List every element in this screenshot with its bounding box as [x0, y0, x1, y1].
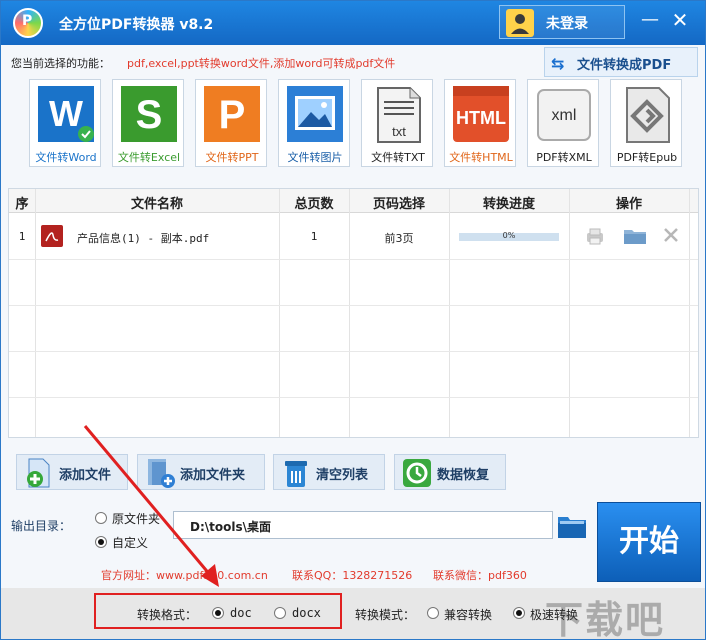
website-link[interactable]: 官方网址：www.pdf360.com.cn	[101, 567, 268, 583]
close-button[interactable]: ✕	[669, 9, 691, 31]
header-file-name: 文件名称	[130, 197, 183, 212]
excel-icon: S	[121, 86, 177, 142]
tool-txt-label: 文件转TXT	[371, 151, 425, 164]
mode-label: 转换模式：	[355, 608, 416, 622]
tool-word-label: 文件转Word	[35, 151, 97, 164]
to-pdf-button[interactable]: ⇆ 文件转换成PDF	[544, 47, 698, 77]
header-actions: 操作	[615, 197, 642, 212]
header-page-count: 总页数	[294, 197, 334, 212]
tool-image[interactable]: 文件转图片	[278, 79, 350, 167]
tool-ppt-label: 文件转PPT	[205, 151, 259, 164]
add-file-icon	[27, 458, 50, 488]
print-icon[interactable]	[585, 227, 605, 245]
source-folder-label: 原文件夹	[112, 512, 161, 526]
wechat-contact: 联系微信：pdf360	[433, 569, 527, 582]
tool-xml[interactable]: xml PDF转XML	[527, 79, 599, 167]
svg-text:HTML: HTML	[456, 108, 506, 128]
trash-icon	[285, 461, 307, 487]
row-index: 1	[18, 230, 26, 243]
svg-text:P: P	[219, 93, 246, 137]
word-icon: W	[38, 86, 94, 142]
to-pdf-label: 文件转换成PDF	[577, 58, 672, 73]
function-label: 您当前选择的功能：	[11, 57, 110, 70]
row-page-select[interactable]: 前3页	[351, 230, 447, 246]
user-icon	[506, 9, 534, 37]
window-title: 全方位PDF转换器 v8.2	[59, 17, 214, 33]
txt-icon: txt	[377, 87, 421, 143]
xml-icon: xml	[537, 89, 591, 141]
file-table: 序 文件名称 总页数 页码选择 转换进度 操作 1 产品信息(1) - 副本.p…	[8, 188, 699, 438]
header-progress: 转换进度	[482, 197, 535, 212]
restore-icon	[403, 459, 431, 487]
data-restore-button[interactable]: 数据恢复	[394, 454, 506, 490]
svg-text:S: S	[136, 93, 163, 137]
add-folder-icon	[148, 459, 175, 488]
tool-txt[interactable]: txt 文件转TXT	[361, 79, 433, 167]
output-path-value: D:\tools\桌面	[190, 520, 272, 534]
tool-epub[interactable]: PDF转Epub	[610, 79, 682, 167]
clear-list-button[interactable]: 清空列表	[273, 454, 385, 490]
source-folder-radio[interactable]	[95, 512, 107, 524]
custom-folder-radio[interactable]	[95, 536, 107, 548]
minimize-button[interactable]: —	[639, 9, 661, 31]
svg-text:W: W	[49, 93, 83, 134]
add-file-label: 添加文件	[59, 468, 112, 483]
tool-excel-label: 文件转Excel	[117, 151, 181, 164]
html-icon: HTML	[453, 86, 509, 142]
epub-icon	[626, 87, 670, 143]
mode-compatible-radio[interactable]	[427, 607, 439, 619]
open-folder-icon[interactable]	[623, 227, 647, 245]
login-label: 未登录	[546, 16, 588, 32]
add-folder-button[interactable]: 添加文件夹	[137, 454, 265, 490]
swap-arrows-icon: ⇆	[551, 54, 565, 73]
output-path-field[interactable]: D:\tools\桌面	[173, 511, 553, 539]
mode-fast-radio[interactable]	[513, 607, 525, 619]
format-highlight-box	[94, 593, 342, 629]
mode-compatible-label: 兼容转换	[444, 608, 493, 622]
login-button[interactable]: 未登录	[499, 5, 625, 39]
custom-folder-label: 自定义	[112, 536, 149, 550]
watermark: 下载吧	[545, 598, 666, 640]
add-file-button[interactable]: 添加文件	[16, 454, 128, 490]
ppt-icon: P	[204, 86, 260, 142]
browse-folder-icon[interactable]	[557, 513, 587, 539]
title-bar: P 全方位PDF转换器 v8.2 未登录 — ✕	[1, 1, 705, 45]
app-logo-icon: P	[13, 8, 43, 38]
image-icon	[287, 86, 343, 142]
remove-icon[interactable]	[663, 227, 679, 243]
start-button[interactable]: 开始	[597, 502, 701, 582]
header-page-select: 页码选择	[372, 197, 425, 212]
svg-text:txt: txt	[392, 124, 406, 139]
tool-word[interactable]: W 文件转Word	[29, 79, 101, 167]
function-description: pdf,excel,ppt转换word文件,添加word可转成pdf文件	[127, 57, 396, 70]
add-folder-label: 添加文件夹	[180, 468, 246, 483]
output-dir-label: 输出目录：	[11, 519, 72, 533]
app-window: P 全方位PDF转换器 v8.2 未登录 — ✕ 您当前选择的功能： pdf,e…	[0, 0, 706, 640]
tool-excel[interactable]: S 文件转Excel	[112, 79, 184, 167]
table-header: 序 文件名称 总页数 页码选择 转换进度 操作	[9, 189, 698, 213]
clear-list-label: 清空列表	[316, 468, 369, 483]
tool-epub-label: PDF转Epub	[616, 151, 678, 164]
tool-html[interactable]: HTML 文件转HTML	[444, 79, 516, 167]
row-progress-text: 0%	[502, 231, 516, 240]
row-page-count: 1	[310, 230, 318, 243]
data-restore-label: 数据恢复	[437, 468, 490, 483]
row-file-name: 产品信息(1) - 副本.pdf	[77, 232, 210, 245]
svg-text:xml: xml	[552, 107, 577, 124]
tool-ppt[interactable]: P 文件转PPT	[195, 79, 267, 167]
pdf-file-icon	[41, 225, 63, 247]
tool-xml-label: PDF转XML	[536, 151, 592, 164]
qq-contact: 联系QQ：1328271526	[292, 569, 413, 582]
tool-html-label: 文件转HTML	[449, 151, 513, 164]
header-index: 序	[15, 197, 29, 212]
tool-image-label: 文件转图片	[287, 151, 343, 164]
